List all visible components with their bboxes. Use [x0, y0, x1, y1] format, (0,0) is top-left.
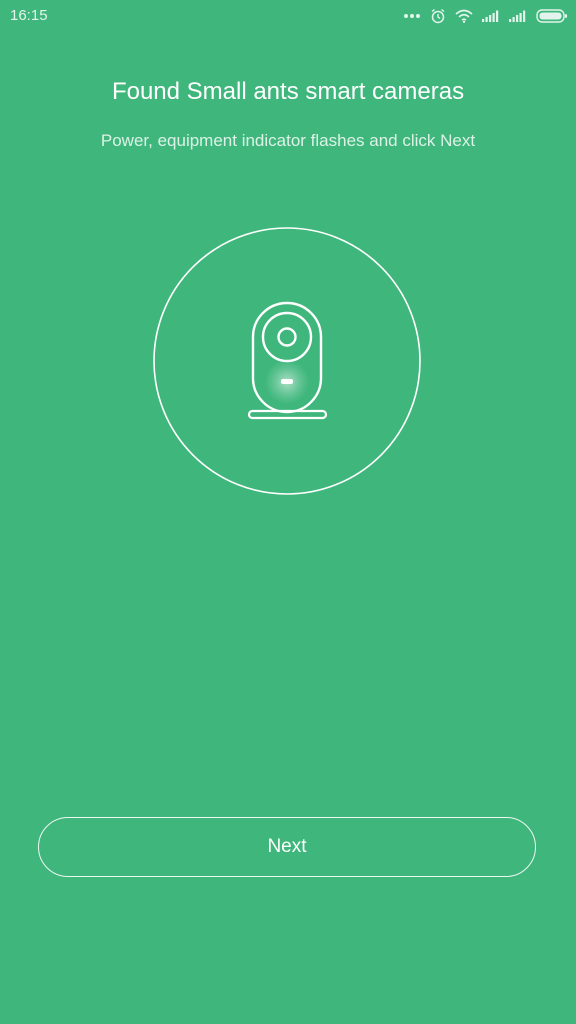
status-icons	[403, 6, 568, 26]
next-button[interactable]: Next	[38, 817, 536, 877]
page-title: Found Small ants smart cameras	[111, 78, 465, 105]
battery-icon	[536, 9, 568, 23]
page-subtitle: Power, equipment indicator flashes and c…	[100, 131, 476, 150]
wifi-icon	[455, 9, 473, 23]
alarm-icon	[430, 8, 446, 24]
signal-icon	[509, 10, 527, 22]
signal-icon	[482, 10, 500, 22]
status-time: 16:15	[10, 7, 48, 24]
status-bar: 16:15	[0, 0, 576, 32]
more-dots-icon	[403, 13, 421, 19]
smart-camera-icon	[153, 227, 421, 495]
camera-illustration	[152, 226, 422, 496]
